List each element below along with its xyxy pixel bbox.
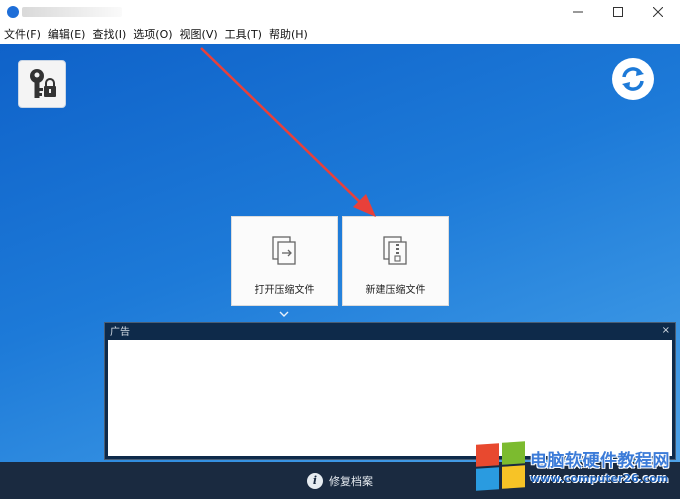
windows-logo-icon [476,441,526,491]
new-archive-icon [383,236,407,265]
close-button[interactable] [638,0,678,24]
open-archive-button[interactable]: 打开压缩文件 [231,216,338,306]
info-icon: i [307,472,323,489]
ad-title: 广告 [110,327,130,338]
open-archive-label: 打开压缩文件 [254,285,315,296]
menu-bar: 文件(F) 编辑(E) 查找(I) 选项(O) 视图(V) 工具(T) 帮助(H… [0,24,680,44]
maximize-icon [613,7,623,17]
menu-options[interactable]: 选项(O) [133,26,172,42]
menu-find[interactable]: 查找(I) [92,26,126,42]
repair-archive-label: 修复档案 [329,474,373,488]
menu-file[interactable]: 文件(F) [4,26,41,42]
window-title-redacted [22,7,122,17]
refresh-button[interactable] [612,58,654,100]
close-icon [653,7,663,17]
ad-close-button[interactable]: × [662,325,670,336]
menu-view[interactable]: 视图(V) [180,26,218,42]
menu-tools[interactable]: 工具(T) [225,26,262,42]
minimize-icon [573,11,583,13]
encrypt-button[interactable] [18,60,66,108]
minimize-button[interactable] [558,0,598,24]
title-bar [0,0,680,24]
ad-content[interactable] [108,340,672,456]
watermark-url: www.computer26.com [530,472,669,485]
chevron-down-icon[interactable] [278,310,290,318]
refresh-icon [622,67,644,91]
maximize-button[interactable] [598,0,638,24]
new-archive-label: 新建压缩文件 [365,285,426,296]
key-lock-icon [30,69,56,98]
open-archive-icon [272,236,296,265]
menu-help[interactable]: 帮助(H) [269,26,308,42]
ad-header: 广告 × [105,323,675,338]
watermark: 电脑软硬件教程网 www.computer26.com [474,440,680,499]
watermark-title: 电脑软硬件教程网 [530,451,670,471]
main-workspace: 打开压缩文件 新建压缩文件 广告 × [0,44,680,462]
app-logo-icon [7,6,19,18]
menu-edit[interactable]: 编辑(E) [48,26,86,42]
new-archive-button[interactable]: 新建压缩文件 [342,216,449,306]
